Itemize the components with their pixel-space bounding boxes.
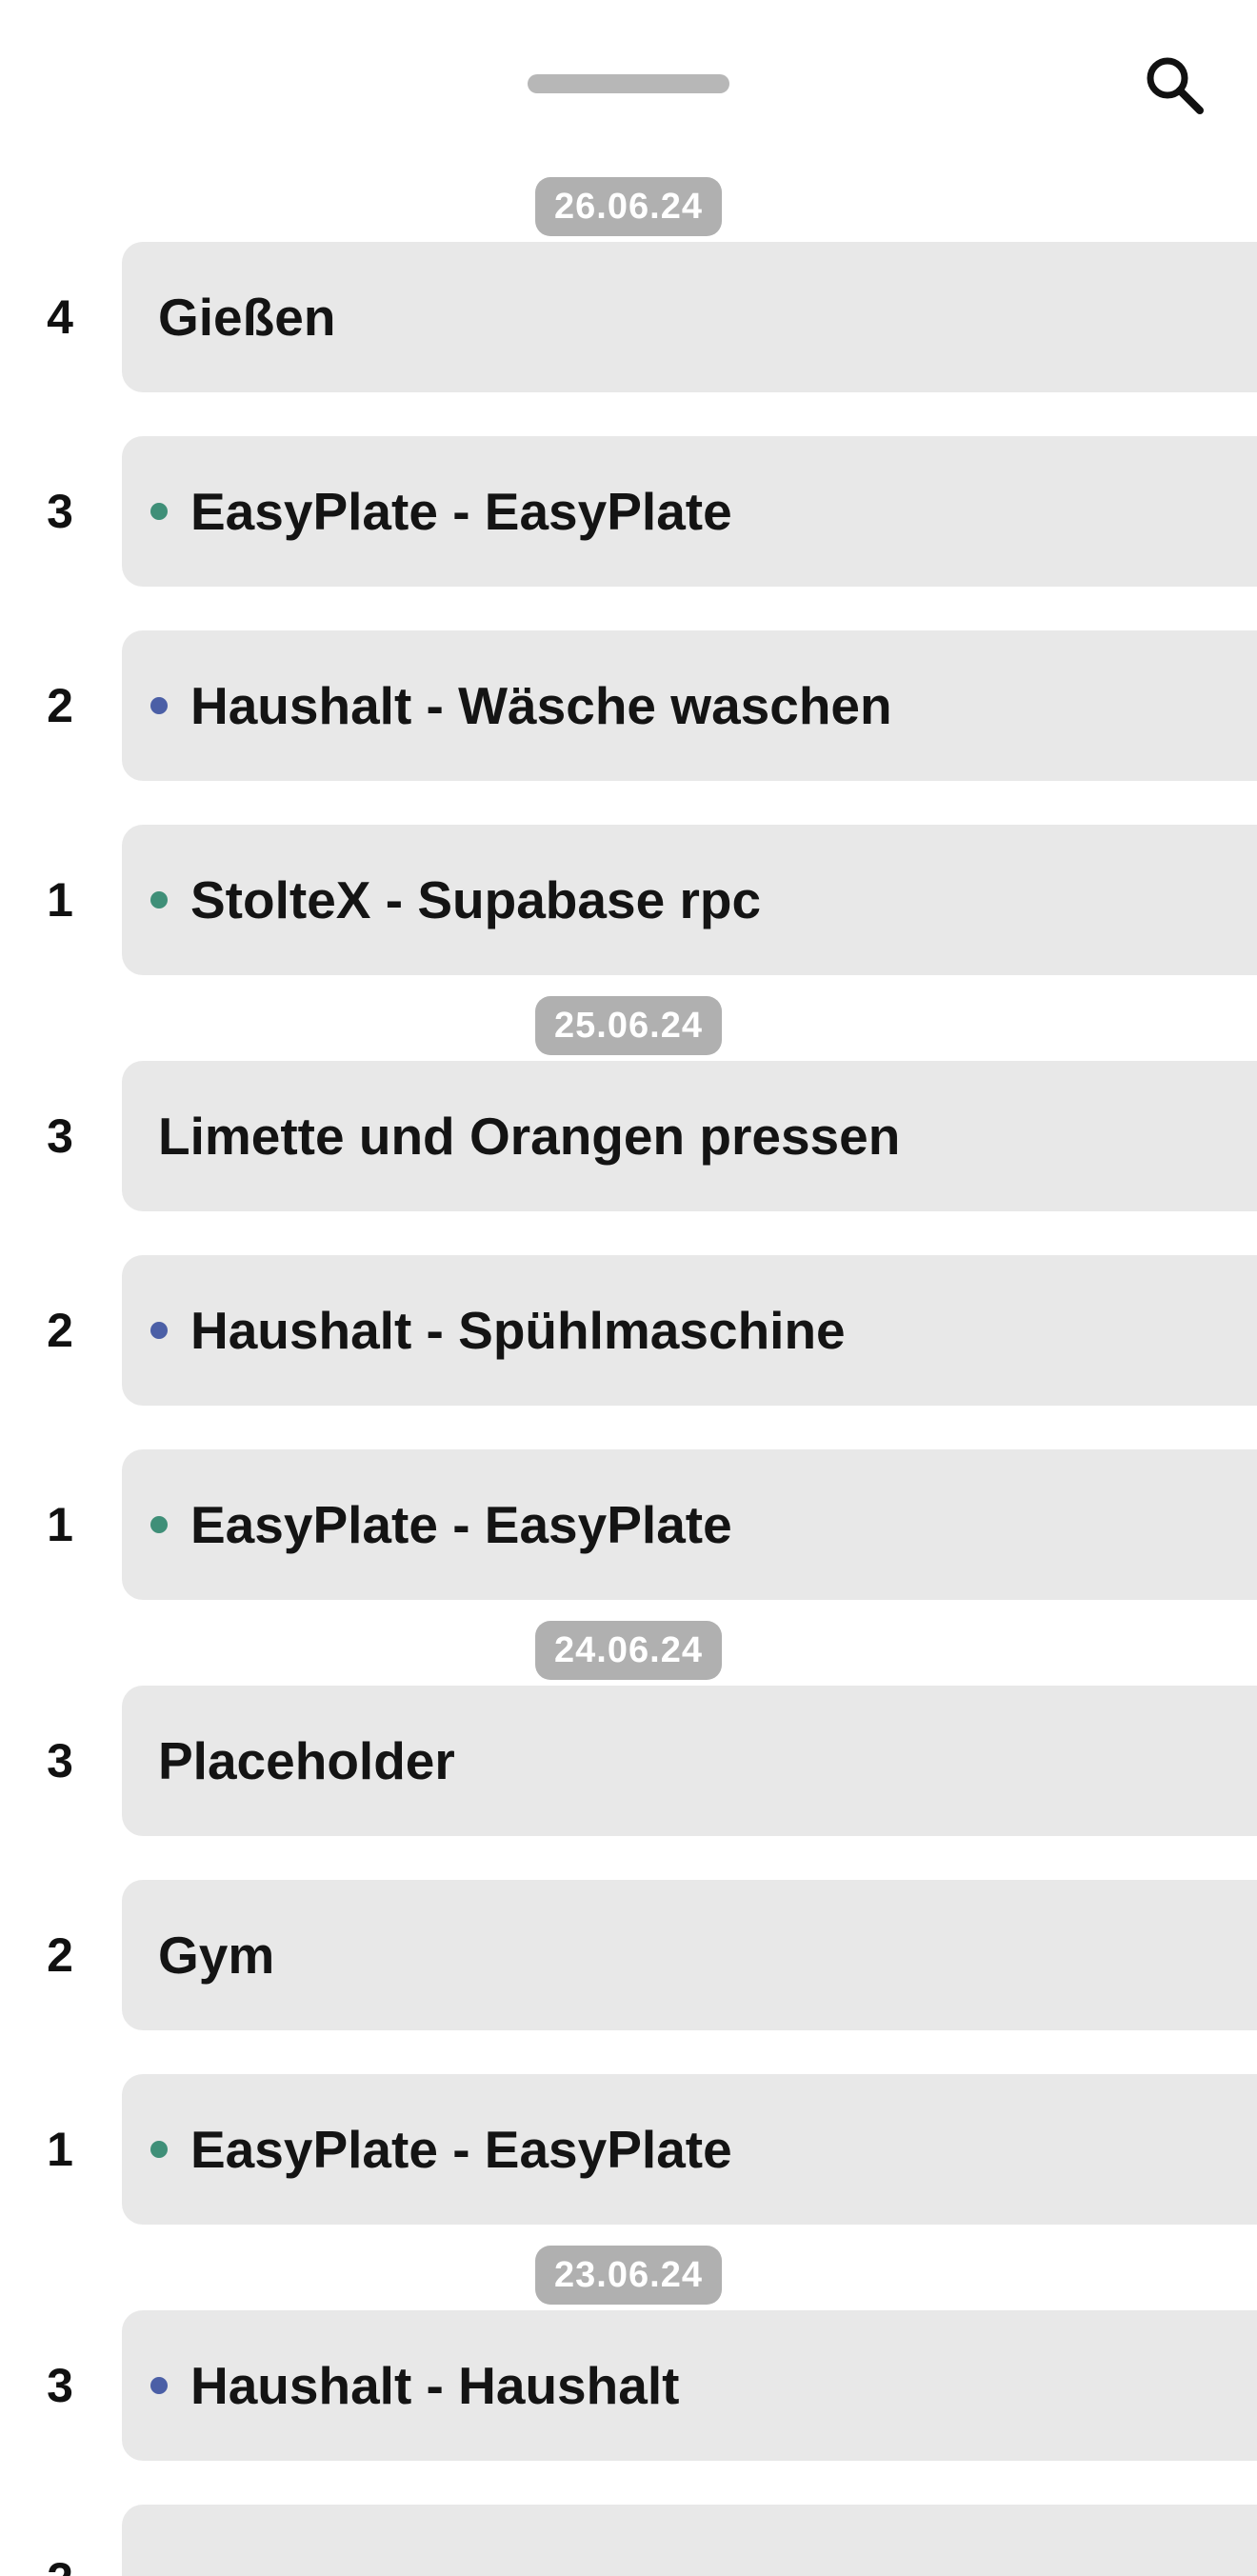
entry-card[interactable]: Haushalt - Haushalt	[122, 2310, 1257, 2461]
date-chip: 24.06.24	[535, 1621, 722, 1680]
date-separator: 23.06.24	[0, 2246, 1257, 2310]
entry-count: 2	[47, 1928, 73, 1982]
list-item: 2 Haushalt - Wäsche waschen	[0, 630, 1257, 781]
list-item: 3 EasyPlate - EasyPlate	[0, 436, 1257, 587]
entry-count: 1	[47, 873, 73, 927]
date-chip: 23.06.24	[535, 2246, 722, 2305]
entry-count: 2	[47, 1304, 73, 1357]
entry-title: Haushalt - Spühlmaschine	[190, 1301, 846, 1360]
list-item: 1 StolteX - Supabase rpc	[0, 825, 1257, 975]
category-dot-icon	[150, 2141, 168, 2158]
entry-count: 3	[47, 2359, 73, 2412]
entry-count: 4	[47, 290, 73, 344]
sheet-grabber-handle[interactable]	[528, 74, 729, 93]
list-item: 2	[0, 2505, 1257, 2576]
entry-title: Haushalt - Wäsche waschen	[190, 676, 892, 735]
entry-title: EasyPlate - EasyPlate	[190, 1495, 732, 1554]
entry-title: Gym	[158, 1926, 275, 1985]
entry-title: StolteX - Supabase rpc	[190, 870, 762, 929]
entry-card[interactable]: Gießen	[122, 242, 1257, 392]
list-item: 2 Gym	[0, 1880, 1257, 2030]
list-item: 3 Limette und Orangen pressen	[0, 1061, 1257, 1211]
category-dot-icon	[150, 1516, 168, 1533]
entry-title: Haushalt - Haushalt	[190, 2356, 680, 2415]
entry-count: 3	[47, 485, 73, 538]
entry-card[interactable]: Haushalt - Wäsche waschen	[122, 630, 1257, 781]
entry-title: Limette und Orangen pressen	[158, 1107, 901, 1166]
entry-title: Placeholder	[158, 1731, 455, 1790]
entry-count: 1	[47, 1498, 73, 1551]
history-feed: 26.06.24 4 Gießen 3 EasyPlate - EasyPlate 2 Ha…	[0, 177, 1257, 2576]
list-item: 2 Haushalt - Spühlmaschine	[0, 1255, 1257, 1406]
category-dot-icon	[150, 503, 168, 520]
entry-title: EasyPlate - EasyPlate	[190, 2120, 732, 2179]
date-chip: 25.06.24	[535, 996, 722, 1055]
category-dot-icon	[150, 697, 168, 714]
entry-card[interactable]: Placeholder	[122, 1686, 1257, 1836]
category-dot-icon	[150, 891, 168, 909]
entry-card[interactable]: Gym	[122, 1880, 1257, 2030]
date-chip: 26.06.24	[535, 177, 722, 236]
list-item: 3 Placeholder	[0, 1686, 1257, 1836]
search-button[interactable]	[1139, 50, 1209, 120]
search-icon	[1147, 57, 1204, 114]
entry-card[interactable]: Haushalt - Spühlmaschine	[122, 1255, 1257, 1406]
entry-title: EasyPlate - EasyPlate	[190, 482, 732, 541]
entry-count: 1	[47, 2123, 73, 2176]
entry-card[interactable]: EasyPlate - EasyPlate	[122, 2074, 1257, 2225]
list-item: 3 Haushalt - Haushalt	[0, 2310, 1257, 2461]
entry-count: 3	[47, 1734, 73, 1787]
entry-card[interactable]: Limette und Orangen pressen	[122, 1061, 1257, 1211]
entry-title: Gießen	[158, 288, 336, 347]
date-separator: 25.06.24	[0, 996, 1257, 1061]
category-dot-icon	[150, 2377, 168, 2394]
list-item: 1 EasyPlate - EasyPlate	[0, 2074, 1257, 2225]
entry-card[interactable]	[122, 2505, 1257, 2576]
entry-count: 2	[47, 679, 73, 732]
list-item: 1 EasyPlate - EasyPlate	[0, 1449, 1257, 1600]
entry-card[interactable]: StolteX - Supabase rpc	[122, 825, 1257, 975]
entry-count: 2	[0, 2505, 120, 2576]
category-dot-icon	[150, 1322, 168, 1339]
list-item: 4 Gießen	[0, 242, 1257, 392]
entry-card[interactable]: EasyPlate - EasyPlate	[122, 1449, 1257, 1600]
entry-card[interactable]: EasyPlate - EasyPlate	[122, 436, 1257, 587]
bottom-sheet: 26.06.24 4 Gießen 3 EasyPlate - EasyPlate 2 Ha…	[0, 0, 1257, 2576]
date-separator: 26.06.24	[0, 177, 1257, 242]
date-separator: 24.06.24	[0, 1621, 1257, 1686]
entry-count: 3	[47, 1109, 73, 1163]
